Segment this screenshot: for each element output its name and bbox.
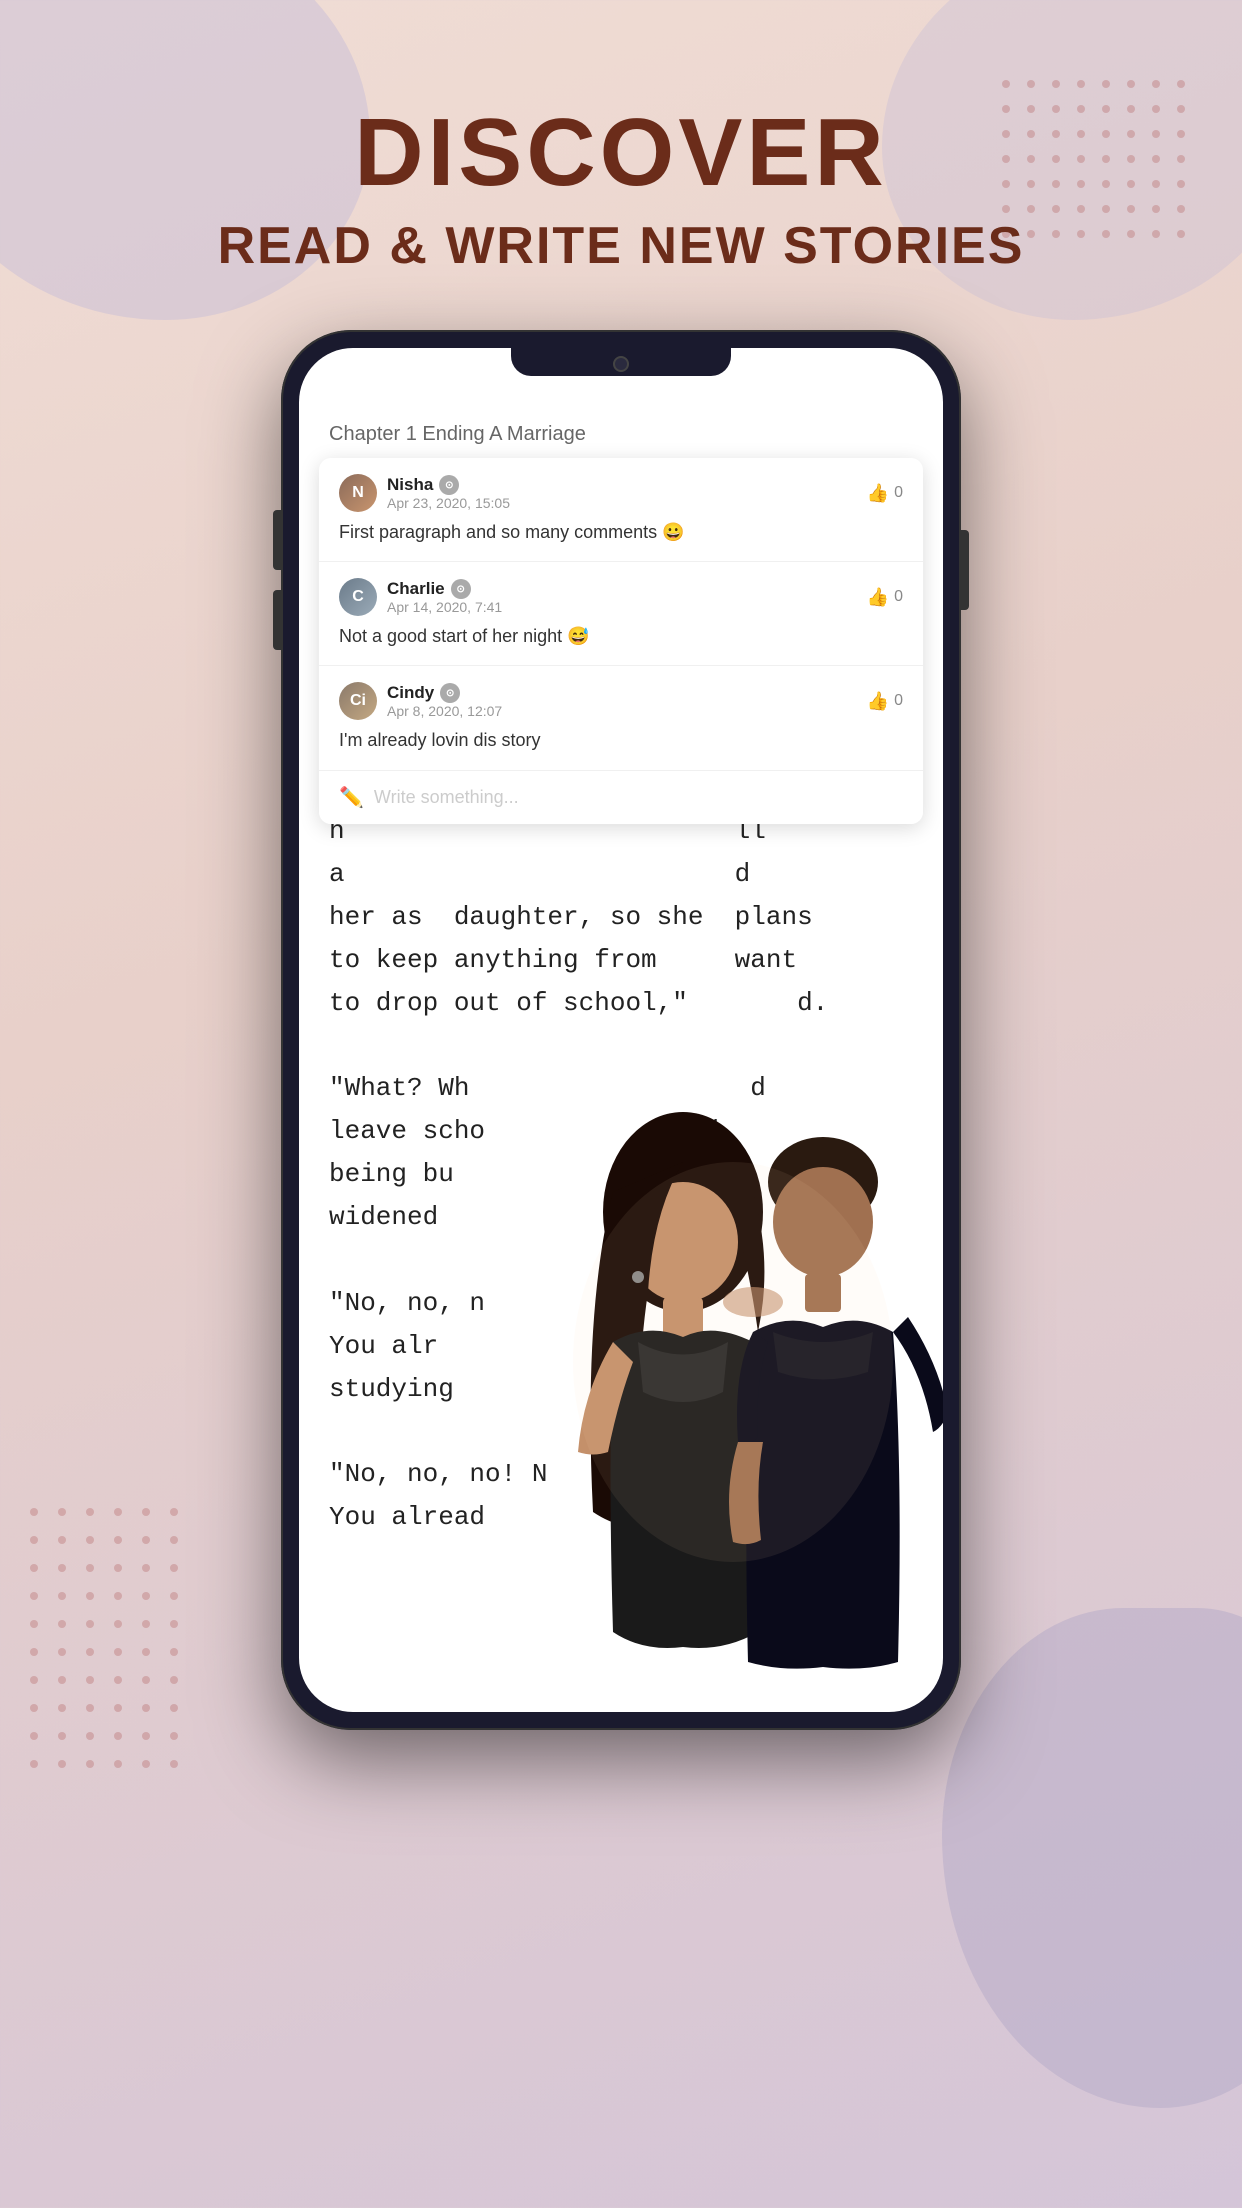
comment-item-charlie: C Charlie ⊙ Apr 14, 2020, 7:41	[319, 562, 923, 666]
comment-date-nisha: Apr 23, 2020, 15:05	[387, 495, 510, 511]
phone-notch	[511, 348, 731, 376]
badge-icon-cindy: ⊙	[440, 683, 460, 703]
comment-date-cindy: Apr 8, 2020, 12:07	[387, 703, 502, 719]
like-icon-cindy: 👍	[867, 691, 889, 712]
like-section-cindy[interactable]: 👍 0	[867, 691, 903, 712]
comment-user-info-charlie: C Charlie ⊙ Apr 14, 2020, 7:41	[339, 578, 502, 616]
like-section-charlie[interactable]: 👍 0	[867, 587, 903, 608]
username-nisha: Nisha ⊙	[387, 475, 510, 495]
avatar-charlie: C	[339, 578, 377, 616]
like-count-charlie: 0	[894, 588, 903, 606]
badge-icon-charlie: ⊙	[451, 579, 471, 599]
avatar-image-nisha: N	[339, 474, 377, 512]
volume-up-button	[273, 510, 281, 570]
volume-down-button	[273, 590, 281, 650]
comments-overlay: N Nisha ⊙ Apr 23, 2020, 15:05	[319, 458, 923, 824]
dot-pattern-bottom-left: (function() { const container = document…	[30, 1508, 210, 1808]
comment-meta-cindy: Cindy ⊙ Apr 8, 2020, 12:07	[387, 683, 502, 719]
comment-meta-charlie: Charlie ⊙ Apr 14, 2020, 7:41	[387, 579, 502, 615]
comment-text-nisha: First paragraph and so many comments 😀	[339, 520, 903, 545]
phone-mockup: Chapter 1 Ending A Marriage At 20, Debbi…	[281, 330, 961, 1730]
subtitle: READ & WRITE NEW STORIES	[0, 216, 1242, 276]
username-text-nisha: Nisha	[387, 475, 433, 495]
username-text-charlie: Charlie	[387, 579, 445, 599]
avatar-image-cindy: Ci	[339, 682, 377, 720]
comment-user-info-cindy: Ci Cindy ⊙ Apr 8, 2020, 12:07	[339, 682, 502, 720]
comment-text-charlie: Not a good start of her night 😅	[339, 624, 903, 649]
screen-content: Chapter 1 Ending A Marriage At 20, Debbi…	[299, 348, 943, 1712]
username-charlie: Charlie ⊙	[387, 579, 502, 599]
like-count-cindy: 0	[894, 692, 903, 710]
write-input-area[interactable]: ✏️ Write something...	[319, 771, 923, 824]
comment-text-cindy: I'm already lovin dis story	[339, 728, 903, 753]
discover-title: DISCOVER	[0, 100, 1242, 206]
avatar-image-charlie: C	[339, 578, 377, 616]
username-text-cindy: Cindy	[387, 683, 434, 703]
comment-item-nisha: N Nisha ⊙ Apr 23, 2020, 15:05	[319, 458, 923, 562]
like-icon-charlie: 👍	[867, 587, 889, 608]
chapter-label: Chapter 1 Ending A Marriage	[329, 418, 913, 451]
write-placeholder: Write something...	[374, 787, 519, 808]
username-cindy: Cindy ⊙	[387, 683, 502, 703]
header-section: DISCOVER READ & WRITE NEW STORIES	[0, 0, 1242, 276]
badge-icon-nisha: ⊙	[439, 475, 459, 495]
like-section-nisha[interactable]: 👍 0	[867, 483, 903, 504]
decorative-blob-bottom-right	[942, 1608, 1242, 2108]
like-icon-nisha: 👍	[867, 483, 889, 504]
avatar-nisha: N	[339, 474, 377, 512]
power-button	[961, 530, 969, 610]
like-count-nisha: 0	[894, 484, 903, 502]
comment-user-info-nisha: N Nisha ⊙ Apr 23, 2020, 15:05	[339, 474, 510, 512]
comment-meta-nisha: Nisha ⊙ Apr 23, 2020, 15:05	[387, 475, 510, 511]
comment-date-charlie: Apr 14, 2020, 7:41	[387, 599, 502, 615]
phone-frame: Chapter 1 Ending A Marriage At 20, Debbi…	[281, 330, 961, 1730]
comment-item-cindy: Ci Cindy ⊙ Apr 8, 2020, 12:07	[319, 666, 923, 770]
avatar-cindy: Ci	[339, 682, 377, 720]
front-camera	[613, 356, 629, 372]
pencil-icon: ✏️	[339, 785, 364, 810]
phone-screen: Chapter 1 Ending A Marriage At 20, Debbi…	[299, 348, 943, 1712]
couple-image	[493, 1012, 943, 1712]
